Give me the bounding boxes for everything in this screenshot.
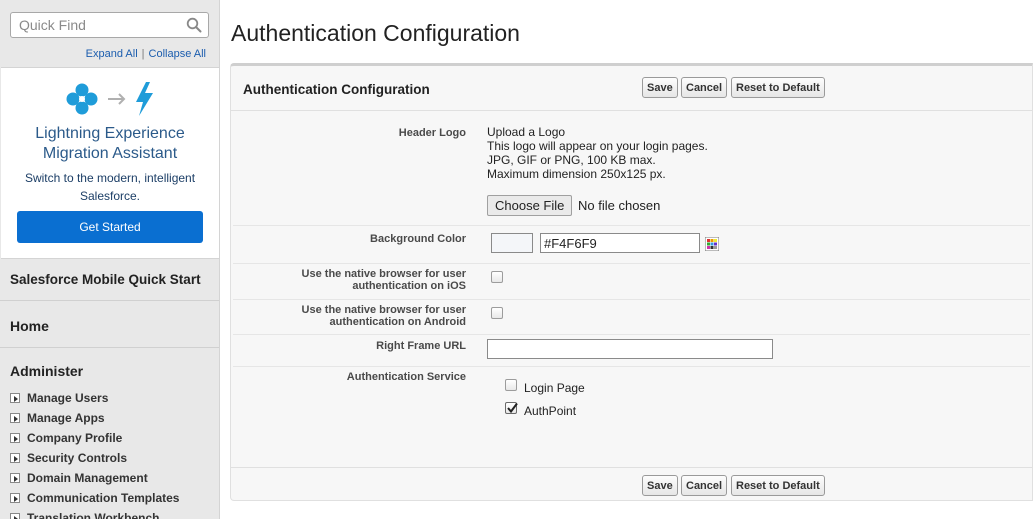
authpoint-checkbox[interactable] bbox=[505, 402, 518, 414]
expand-triangle-icon[interactable] bbox=[10, 393, 20, 403]
home-label: Home bbox=[10, 318, 49, 334]
sidebar-item-label: Security Controls bbox=[27, 451, 128, 465]
native-browser-ios-checkbox[interactable] bbox=[491, 271, 503, 283]
checkmark-icon bbox=[507, 402, 518, 414]
login-page-label: Login Page bbox=[524, 381, 585, 395]
native-ios-label-line2: authentication on iOS bbox=[352, 280, 466, 292]
row-divider bbox=[233, 366, 1030, 367]
native-browser-android-checkbox[interactable] bbox=[491, 307, 503, 319]
save-button-bottom[interactable]: Save bbox=[642, 475, 678, 496]
panel-footer: Save Cancel Reset to Default bbox=[231, 467, 1032, 502]
logo-upload-dimension: Maximum dimension 250x125 px. bbox=[487, 167, 666, 181]
cancel-button-bottom[interactable]: Cancel bbox=[681, 475, 728, 496]
sidebar-item-translation-workbench[interactable]: Translation Workbench bbox=[10, 508, 179, 519]
expand-triangle-icon[interactable] bbox=[10, 433, 20, 443]
sidebar-item-security-controls[interactable]: Security Controls bbox=[10, 448, 179, 468]
arrow-right-icon bbox=[108, 93, 126, 105]
row-divider bbox=[233, 334, 1030, 335]
expand-collapse-links: Expand All | Collapse All bbox=[86, 48, 206, 60]
background-color-label: Background Color bbox=[370, 233, 466, 245]
reset-default-button-top[interactable]: Reset to Default bbox=[731, 77, 825, 98]
no-file-chosen-text: No file chosen bbox=[578, 198, 661, 213]
expand-triangle-icon[interactable] bbox=[10, 513, 20, 519]
cancel-button-top[interactable]: Cancel bbox=[681, 77, 728, 98]
background-color-input[interactable] bbox=[540, 233, 700, 253]
login-page-checkbox[interactable] bbox=[505, 379, 517, 391]
promo-title-text: Lightning Experience Migration Assistant bbox=[35, 125, 185, 162]
sidebar-item-communication-templates[interactable]: Communication Templates bbox=[10, 488, 179, 508]
logo-upload-help: Upload a Logo This logo will appear on y… bbox=[487, 125, 708, 181]
expand-triangle-icon[interactable] bbox=[10, 413, 20, 423]
native-android-label-line2: authentication on Android bbox=[329, 316, 466, 328]
quick-find-input[interactable] bbox=[11, 13, 176, 37]
native-ios-label-line1: Use the native browser for user bbox=[301, 268, 466, 280]
lightning-migration-promo: Lightning Experience Migration Assistant… bbox=[1, 67, 219, 259]
logo-upload-title: Upload a Logo bbox=[487, 125, 566, 139]
native-browser-ios-label: Use the native browser for user authenti… bbox=[302, 268, 466, 292]
logo-upload-format: JPG, GIF or PNG, 100 KB max. bbox=[487, 153, 656, 167]
authpoint-label: AuthPoint bbox=[524, 404, 577, 418]
row-divider bbox=[233, 263, 1030, 264]
sidebar-item-label: Translation Workbench bbox=[27, 511, 160, 519]
authentication-service-label: Authentication Service bbox=[346, 371, 466, 383]
sidebar-item-company-profile[interactable]: Company Profile bbox=[10, 428, 179, 448]
administer-heading: Administer bbox=[10, 363, 84, 379]
auth-config-panel: Authentication Configuration Save Cancel… bbox=[230, 63, 1033, 501]
panel-title: Authentication Configuration bbox=[243, 82, 430, 97]
link-separator: | bbox=[141, 48, 145, 60]
get-started-button[interactable]: Get Started bbox=[17, 211, 203, 243]
save-button-top[interactable]: Save bbox=[642, 77, 678, 98]
lightning-bolt-icon bbox=[136, 82, 153, 116]
expand-triangle-icon[interactable] bbox=[10, 473, 20, 483]
color-palette-icon[interactable] bbox=[705, 237, 719, 251]
mobile-quick-start-label: Salesforce Mobile Quick Start bbox=[10, 272, 201, 287]
right-frame-url-input[interactable] bbox=[487, 339, 773, 359]
reset-default-button-bottom[interactable]: Reset to Default bbox=[731, 475, 825, 496]
sidebar-item-label: Communication Templates bbox=[27, 491, 180, 505]
quick-find-box bbox=[10, 12, 209, 38]
header-logo-label: Header Logo bbox=[398, 127, 466, 139]
sidebar-item-label: Company Profile bbox=[27, 431, 123, 445]
sidebar-item-label: Domain Management bbox=[27, 471, 148, 485]
sidebar-item-manage-users[interactable]: Manage Users bbox=[10, 388, 179, 408]
sidebar-item-mobile-quick-start[interactable]: Salesforce Mobile Quick Start bbox=[0, 260, 219, 301]
search-icon[interactable] bbox=[186, 17, 202, 33]
row-divider bbox=[233, 299, 1030, 300]
promo-subtitle-text: Switch to the modern, intelligent Salesf… bbox=[24, 171, 196, 203]
sidebar: Expand All| Collapse All Lightning Experi… bbox=[0, 0, 220, 519]
classic-flower-icon bbox=[66, 83, 98, 115]
expand-triangle-icon[interactable] bbox=[10, 453, 20, 463]
sidebar-item-manage-apps[interactable]: Manage Apps bbox=[10, 408, 179, 428]
collapse-all-link[interactable]: Collapse All bbox=[149, 48, 206, 60]
sidebar-item-home[interactable]: Home bbox=[0, 301, 219, 348]
row-divider bbox=[233, 225, 1030, 226]
migration-icons bbox=[66, 82, 153, 116]
right-frame-url-label: Right Frame URL bbox=[376, 340, 466, 352]
native-android-label-line1: Use the native browser for user bbox=[301, 304, 466, 316]
administer-list: Manage Users Manage Apps Company Profile… bbox=[10, 388, 179, 519]
sidebar-item-label: Manage Apps bbox=[27, 411, 105, 425]
logo-upload-note: This logo will appear on your login page… bbox=[487, 139, 708, 153]
promo-title: Lightning Experience Migration Assistant bbox=[1, 124, 219, 164]
sidebar-item-domain-management[interactable]: Domain Management bbox=[10, 468, 179, 488]
promo-subtitle: Switch to the modern, intelligent Salesf… bbox=[1, 169, 219, 205]
background-color-swatch[interactable] bbox=[491, 233, 533, 253]
panel-header: Authentication Configuration Save Cancel… bbox=[231, 66, 1032, 111]
choose-file-button[interactable]: Choose File bbox=[487, 195, 573, 216]
page-title: Authentication Configuration bbox=[231, 20, 520, 46]
sidebar-item-label: Manage Users bbox=[27, 391, 109, 405]
expand-triangle-icon[interactable] bbox=[10, 493, 20, 503]
native-browser-android-label: Use the native browser for user authenti… bbox=[302, 304, 466, 328]
expand-all-link[interactable]: Expand All bbox=[86, 48, 138, 60]
